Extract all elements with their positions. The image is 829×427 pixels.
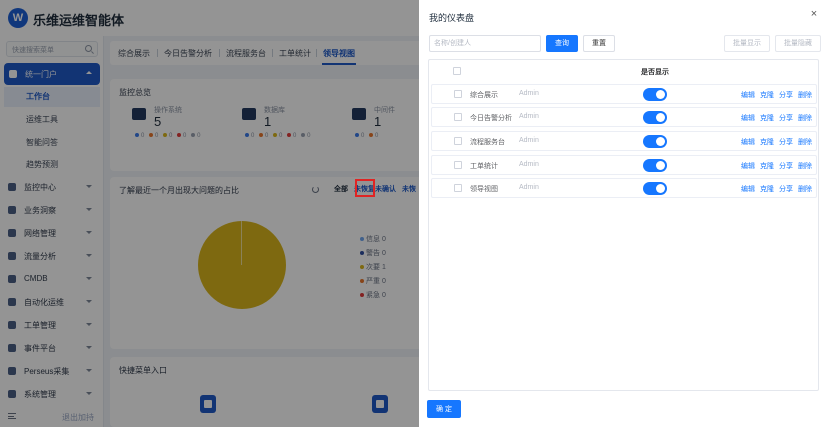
select-all-checkbox[interactable] <box>453 67 461 75</box>
edit-link[interactable]: 编辑 <box>741 137 755 147</box>
visible-toggle[interactable] <box>643 88 667 101</box>
row-owner: Admin <box>519 161 539 168</box>
list-header: 是否显示 <box>429 60 818 82</box>
share-highlight-box <box>355 179 375 197</box>
row-owner: Admin <box>519 137 539 144</box>
row-checkbox[interactable] <box>454 137 462 145</box>
delete-link[interactable]: 删除 <box>798 161 812 171</box>
clone-link[interactable]: 克隆 <box>760 90 774 100</box>
row-owner: Admin <box>519 113 539 120</box>
visible-toggle[interactable] <box>643 159 667 172</box>
visible-toggle[interactable] <box>643 111 667 124</box>
visible-toggle[interactable] <box>643 182 667 195</box>
clone-link[interactable]: 克隆 <box>760 113 774 123</box>
visible-toggle[interactable] <box>643 135 667 148</box>
delete-link[interactable]: 删除 <box>798 137 812 147</box>
row-checkbox[interactable] <box>454 90 462 98</box>
share-link[interactable]: 分享 <box>779 113 793 123</box>
list-item: 流程服务台 Admin 编辑 克隆 分享 删除 <box>431 131 817 151</box>
list-item: 综合展示 Admin 编辑 克隆 分享 删除 <box>431 84 817 104</box>
row-checkbox[interactable] <box>454 113 462 121</box>
row-owner: Admin <box>519 184 539 191</box>
search-input[interactable] <box>429 35 541 52</box>
close-icon[interactable]: × <box>808 8 820 20</box>
row-name: 流程服务台 <box>470 139 505 146</box>
edit-link[interactable]: 编辑 <box>741 90 755 100</box>
clone-link[interactable]: 克隆 <box>760 184 774 194</box>
batch-hide-button[interactable]: 批量隐藏 <box>775 35 821 52</box>
column-header-visible: 是否显示 <box>641 69 669 76</box>
row-name: 综合展示 <box>470 92 498 99</box>
share-link[interactable]: 分享 <box>779 161 793 171</box>
query-button[interactable]: 查询 <box>546 35 578 52</box>
edit-link[interactable]: 编辑 <box>741 184 755 194</box>
delete-link[interactable]: 删除 <box>798 90 812 100</box>
row-name: 今日告警分析 <box>470 115 512 122</box>
confirm-button[interactable]: 确 定 <box>427 400 461 418</box>
my-dashboard-drawer: 我的仪表盘 × 查询 重置 批量显示 批量隐藏 是否显示 综合展示 Admin … <box>419 0 829 427</box>
batch-show-button[interactable]: 批量显示 <box>724 35 770 52</box>
list-item: 今日告警分析 Admin 编辑 克隆 分享 删除 <box>431 107 817 127</box>
row-checkbox[interactable] <box>454 161 462 169</box>
row-name: 领导视图 <box>470 186 498 193</box>
delete-link[interactable]: 删除 <box>798 184 812 194</box>
drawer-title: 我的仪表盘 <box>429 13 475 23</box>
delete-link[interactable]: 删除 <box>798 113 812 123</box>
edit-link[interactable]: 编辑 <box>741 161 755 171</box>
list-item: 工单统计 Admin 编辑 克隆 分享 删除 <box>431 155 817 175</box>
share-link[interactable]: 分享 <box>779 90 793 100</box>
row-owner: Admin <box>519 90 539 97</box>
share-link[interactable]: 分享 <box>779 184 793 194</box>
reset-button[interactable]: 重置 <box>583 35 615 52</box>
dashboard-list: 是否显示 综合展示 Admin 编辑 克隆 分享 删除 今日告警分析 Admin… <box>428 59 819 391</box>
share-link[interactable]: 分享 <box>779 137 793 147</box>
row-name: 工单统计 <box>470 163 498 170</box>
list-item: 领导视图 Admin 编辑 克隆 分享 删除 <box>431 178 817 198</box>
clone-link[interactable]: 克隆 <box>760 137 774 147</box>
clone-link[interactable]: 克隆 <box>760 161 774 171</box>
edit-link[interactable]: 编辑 <box>741 113 755 123</box>
row-checkbox[interactable] <box>454 184 462 192</box>
